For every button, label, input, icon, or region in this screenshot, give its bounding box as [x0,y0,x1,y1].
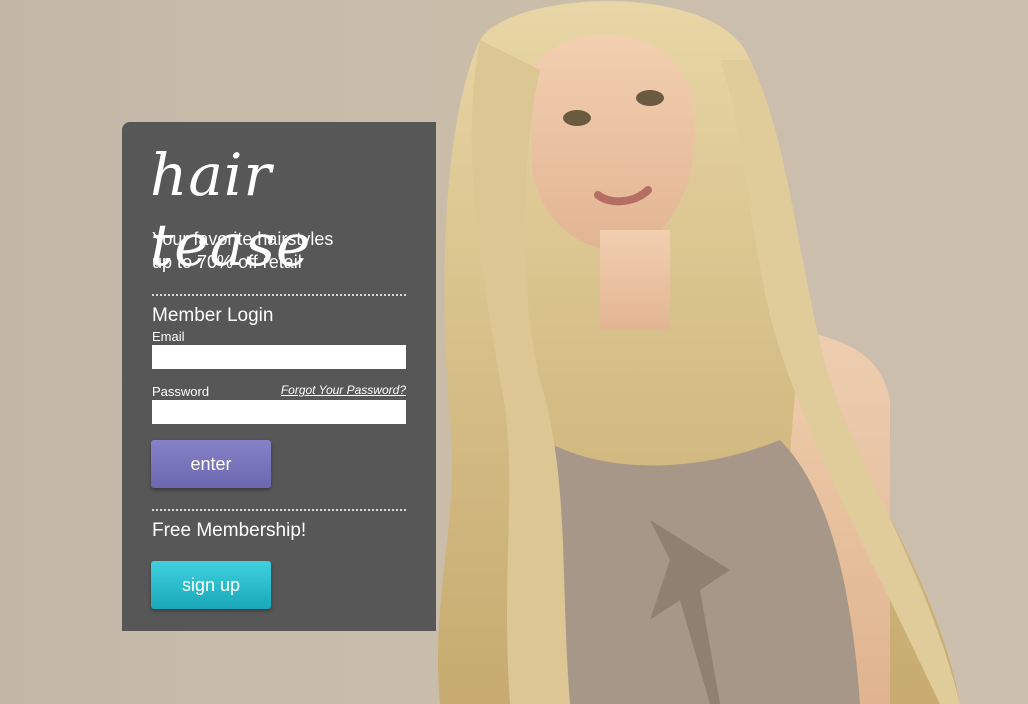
tagline-line1: Your favorite hairstyles [152,229,334,249]
sign-up-button[interactable]: sign up [151,561,271,609]
member-login-title: Member Login [152,305,274,326]
divider-top [152,294,406,296]
tagline: Your favorite hairstyles up to 70% off r… [152,228,412,274]
tagline-line2: up to 70% off retail [152,252,302,272]
model-photo [437,1,960,704]
login-panel: hair tease Your favorite hairstyles up t… [122,122,436,631]
email-label: Email [152,329,185,344]
divider-bottom [152,509,406,511]
forgot-password-link[interactable]: Forgot Your Password? [280,383,406,397]
free-membership-title: Free Membership! [152,520,307,541]
email-field[interactable] [152,345,406,369]
password-field[interactable] [152,400,406,424]
enter-button[interactable]: enter [151,440,271,488]
password-label: Password [152,384,210,399]
